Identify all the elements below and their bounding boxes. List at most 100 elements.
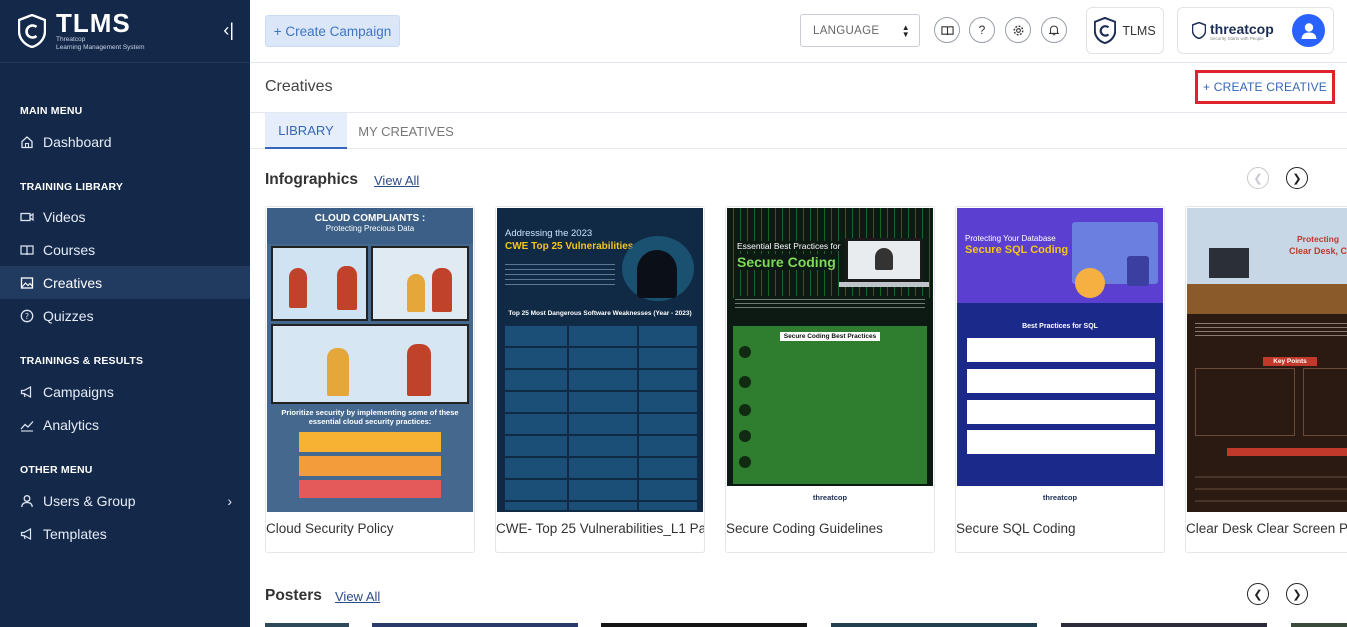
tab-library[interactable]: LIBRARY (265, 113, 347, 149)
user-avatar-icon (1301, 22, 1316, 39)
creative-card[interactable]: Addressing the 2023 CWE Top 25 Vulnerabi… (495, 206, 705, 553)
sidebar: TLMS Threatcop Learning Management Syste… (0, 0, 250, 627)
sidebar-item-label: Templates (43, 525, 107, 542)
help-icon[interactable]: ? (969, 17, 995, 43)
sidebar-item-label: Courses (43, 241, 96, 258)
infographics-title: Infographics (265, 171, 359, 188)
shield-logo-icon (1094, 17, 1117, 44)
create-creative-button[interactable]: + CREATE CREATIVE (1195, 70, 1335, 104)
sidebar-item-label: Videos (43, 208, 86, 225)
page-header: Creatives + CREATE CREATIVE (250, 63, 1347, 113)
card-title: Clear Desk Clear Screen Po (1186, 521, 1347, 536)
posters-title: Posters (265, 587, 322, 604)
creative-card[interactable]: CLOUD COMPLIANTS : Protecting Precious D… (265, 206, 475, 553)
tlms-label: TLMS (1122, 23, 1156, 38)
collapse-sidebar-icon[interactable]: ‹| (223, 20, 234, 41)
infographics-view-all-link[interactable]: View All (374, 173, 419, 188)
brand-title: TLMS (56, 8, 131, 38)
poster-thumbnail[interactable] (831, 623, 1037, 627)
threatcop-shield-icon (1192, 22, 1206, 39)
top-bar: + Create Campaign LANGUAGE ▲ ▼ ? TLMS thr… (250, 0, 1347, 63)
sidebar-item-label: Campaigns (43, 383, 114, 400)
thumb-footer: Prioritize security by implementing some… (281, 408, 459, 426)
sidebar-item-courses[interactable]: Courses (0, 233, 250, 266)
shield-logo-icon (18, 14, 46, 48)
card-title: Secure SQL Coding (956, 521, 1076, 536)
sidebar-item-label: Quizzes (43, 307, 94, 324)
image-icon (20, 276, 34, 290)
megaphone-icon (20, 385, 34, 399)
menu-heading-trainings-results: TRAININGS & RESULTS (20, 355, 144, 367)
thumb-footer: Key Points (1263, 357, 1317, 366)
avatar[interactable] (1292, 14, 1325, 47)
thumb-footer: Top 25 Most Dangerous Software Weaknesse… (508, 310, 692, 317)
sidebar-item-campaigns[interactable]: Campaigns (0, 375, 250, 408)
infographics-carousel: CLOUD COMPLIANTS : Protecting Precious D… (265, 206, 1347, 554)
poster-thumbnail[interactable] (372, 623, 578, 627)
tabs: LIBRARY MY CREATIVES (250, 113, 1347, 149)
sidebar-item-analytics[interactable]: Analytics (0, 408, 250, 441)
sidebar-item-dashboard[interactable]: Dashboard (0, 125, 250, 158)
creative-thumbnail[interactable]: CLOUD COMPLIANTS : Protecting Precious D… (267, 208, 473, 512)
sidebar-item-creatives[interactable]: Creatives (0, 266, 250, 299)
thumb-brand: threatcop (727, 486, 933, 512)
chart-line-icon (20, 418, 34, 432)
question-icon: ? (20, 309, 34, 323)
account-menu[interactable]: threatcop Security Starts with People (1177, 7, 1334, 54)
poster-thumbnail[interactable] (265, 623, 349, 627)
thumb-footer: Best Practices for SQL (1022, 323, 1098, 330)
book-icon (20, 243, 34, 257)
video-icon (20, 210, 34, 224)
language-select-label: LANGUAGE (813, 24, 880, 37)
thumb-heading: Protecting Your Database (965, 234, 1056, 243)
creative-thumbnail[interactable]: Addressing the 2023 CWE Top 25 Vulnerabi… (497, 208, 703, 512)
thumb-subheading: Protecting Precious Data (325, 224, 415, 233)
creative-thumbnail[interactable]: Essential Best Practices for Secure Codi… (727, 208, 933, 512)
sidebar-item-label: Users & Group (43, 492, 136, 509)
tlms-switch[interactable]: TLMS (1086, 7, 1164, 54)
book-open-icon[interactable] (934, 17, 960, 43)
gear-icon[interactable] (1005, 17, 1031, 43)
sidebar-item-templates[interactable]: Templates (0, 517, 250, 550)
card-title: Secure Coding Guidelines (726, 521, 883, 536)
sidebar-item-label: Dashboard (43, 133, 112, 150)
bell-icon[interactable] (1041, 17, 1067, 43)
menu-heading-training-library: TRAINING LIBRARY (20, 181, 124, 193)
user-icon (20, 494, 34, 508)
thumb-subheading: Secure SQL Coding (965, 244, 1069, 256)
threatcop-logo-text: threatcop (1210, 20, 1274, 37)
brand-subtitle-2: Learning Management System (56, 44, 145, 51)
brand[interactable]: TLMS Threatcop Learning Management Syste… (0, 0, 250, 63)
infographics-next-button[interactable]: ❯ (1286, 167, 1308, 189)
creative-thumbnail[interactable]: Protecting Clear Desk, C Key Points (1187, 208, 1347, 512)
poster-thumbnail[interactable] (601, 623, 807, 627)
thumb-brand: threatcop (957, 486, 1163, 512)
poster-thumbnail[interactable] (1061, 623, 1267, 627)
sidebar-item-videos[interactable]: Videos (0, 200, 250, 233)
create-campaign-button[interactable]: + Create Campaign (265, 15, 400, 47)
creative-card[interactable]: Protecting Clear Desk, C Key Points Clea… (1185, 206, 1347, 553)
sidebar-item-quizzes[interactable]: ? Quizzes (0, 299, 250, 332)
thumb-heading: Essential Best Practices for (737, 241, 841, 251)
sidebar-item-users-group[interactable]: Users & Group › (0, 484, 250, 517)
card-title: CWE- Top 25 Vulnerabilities_L1 Pa... (496, 521, 704, 536)
posters-next-button[interactable]: ❯ (1286, 583, 1308, 605)
page-title: Creatives (265, 78, 333, 95)
sidebar-item-label: Analytics (43, 416, 100, 433)
creative-card[interactable]: Essential Best Practices for Secure Codi… (725, 206, 935, 553)
chevron-right-icon: › (227, 492, 232, 509)
language-select[interactable]: LANGUAGE ▲ ▼ (800, 14, 920, 47)
thumb-footer: Secure Coding Best Practices (779, 332, 881, 341)
menu-heading-other: OTHER MENU (20, 464, 93, 476)
posters-prev-button[interactable]: ❮ (1247, 583, 1269, 605)
menu-heading-main: MAIN MENU (20, 105, 83, 117)
creative-thumbnail[interactable]: Protecting Your Database Secure SQL Codi… (957, 208, 1163, 512)
posters-view-all-link[interactable]: View All (335, 589, 380, 604)
creative-card[interactable]: Protecting Your Database Secure SQL Codi… (955, 206, 1165, 553)
poster-thumbnail[interactable] (1291, 623, 1347, 627)
tab-my-creatives[interactable]: MY CREATIVES (356, 113, 456, 149)
sidebar-item-label: Creatives (43, 274, 103, 291)
infographics-prev-button[interactable]: ❮ (1247, 167, 1269, 189)
thumb-heading: CLOUD COMPLIANTS : (314, 213, 426, 224)
thumb-subheading: Secure Coding (737, 254, 836, 270)
